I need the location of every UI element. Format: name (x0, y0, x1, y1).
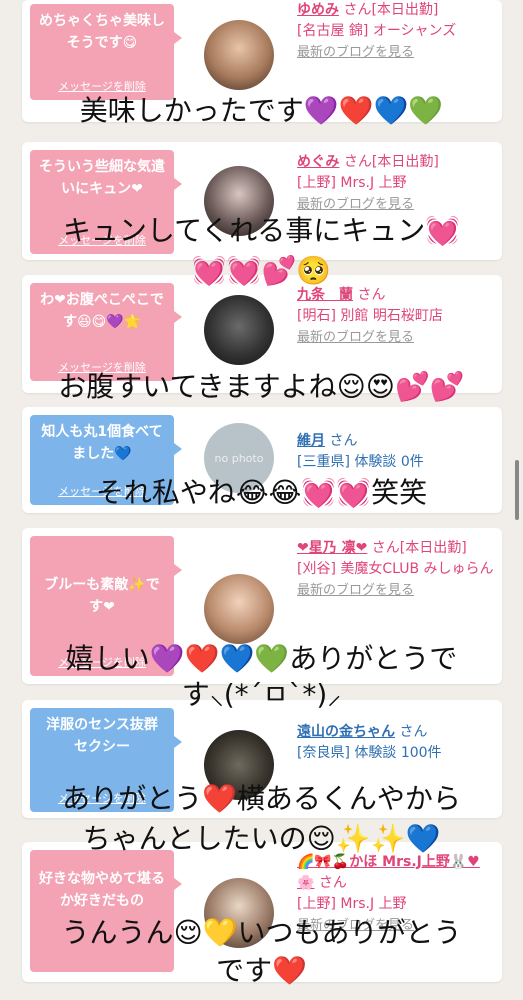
avatar[interactable] (204, 295, 274, 365)
message-text: 知人も丸1個食べてました💙 (41, 424, 163, 462)
shop-label: [三重県] 体験談 0件 (297, 454, 424, 470)
latest-blog-link[interactable]: 最新のブログを見る (297, 583, 414, 598)
profile-info: ゆめみ さん[本日出勤] [名古屋 錦] オーシャンズ 最新のブログを見る (297, 0, 497, 63)
shop-label: [刈谷] 美魔女CLUB みしゅらん (297, 561, 494, 577)
shop-label: [上野] Mrs.J 上野 (297, 896, 407, 912)
overlay-caption: ありがとう❤️横あるくんやから (62, 782, 461, 815)
profile-info: めぐみ さん[本日出勤] [上野] Mrs.J 上野 最新のブログを見る (297, 152, 497, 215)
overlay-caption: それ私やね😂😂💓💓笑笑 (95, 476, 428, 509)
message-text: 洋服のセンス抜群 セクシー (46, 717, 172, 755)
overlay-caption: ちゃんとしたいの😌✨✨💙 (82, 822, 441, 855)
message-text: そういう些細な気遣いにキュン❤ (39, 159, 165, 197)
message-text: ブルーも素敵✨です❤ (44, 577, 160, 615)
avatar[interactable] (204, 574, 274, 644)
message-bubble: わ❤お腹ぺこぺこです😆😋💜🌟 メッセージを削除 (30, 283, 182, 381)
status-label: さん (318, 875, 347, 891)
latest-blog-link[interactable]: 最新のブログを見る (297, 330, 414, 345)
profile-info: 九条 蘭 さん [明石] 別館 明石桜町店 最新のブログを見る (297, 285, 497, 348)
no-photo-label: no photo (214, 451, 264, 465)
status-label: さん (399, 724, 428, 740)
message-text: わ❤お腹ぺこぺこです😆😋💜🌟 (40, 292, 164, 330)
profile-name-link[interactable]: ❤星乃 凛❤ (297, 540, 367, 556)
overlay-caption: うんうん😌💛いつもありがとう (61, 916, 462, 949)
overlay-caption: 💓💓💕🥺 (191, 254, 332, 287)
status-label: さん (329, 433, 358, 449)
profile-name-link[interactable]: ゆめみ (297, 2, 339, 18)
shop-label: [奈良県] 体験談 100件 (297, 745, 442, 761)
profile-name-link[interactable]: めぐみ (297, 154, 339, 170)
overlay-caption: キュンしてくれる事にキュン💓 (62, 214, 461, 247)
overlay-caption: です❤️ (216, 954, 307, 987)
profile-info: 維月 さん [三重県] 体験談 0件 (297, 431, 497, 473)
status-label: さん[本日出勤] (371, 540, 467, 556)
profile-name-link[interactable]: 遠山の金ちゃん (297, 724, 395, 740)
message-text: 好きな物やめて堪るか好きだもの (39, 871, 165, 909)
overlay-caption: す⸜(*´ㅁ`*)⸝ (181, 678, 342, 711)
avatar[interactable] (204, 20, 274, 90)
status-label: さん[本日出勤] (343, 154, 439, 170)
profile-info: ❤星乃 凛❤ さん[本日出勤] [刈谷] 美魔女CLUB みしゅらん 最新のブロ… (297, 538, 497, 601)
status-label: さん[本日出勤] (343, 2, 439, 18)
profile-name-link[interactable]: 九条 蘭 (297, 287, 353, 303)
shop-label: [上野] Mrs.J 上野 (297, 175, 407, 191)
latest-blog-link[interactable]: 最新のブログを見る (297, 45, 414, 60)
profile-name-link[interactable]: 維月 (297, 433, 325, 449)
status-label: さん (357, 287, 386, 303)
overlay-caption: お腹すいてきますよね😌😍💕💕 (58, 370, 465, 403)
message-text: めちゃくちゃ美味しそうです😋 (39, 13, 165, 51)
overlay-caption: 嬉しい💜❤️💙💚ありがとうで (65, 642, 458, 675)
overlay-caption: 美味しかったです💜❤️💙💚 (79, 94, 444, 127)
shop-label: [名古屋 錦] オーシャンズ (297, 23, 457, 39)
shop-label: [明石] 別館 明石桜町店 (297, 308, 443, 324)
latest-blog-link[interactable]: 最新のブログを見る (297, 197, 414, 212)
message-bubble: めちゃくちゃ美味しそうです😋 メッセージを削除 (30, 4, 182, 100)
profile-info: 遠山の金ちゃん さん [奈良県] 体験談 100件 (297, 722, 497, 764)
